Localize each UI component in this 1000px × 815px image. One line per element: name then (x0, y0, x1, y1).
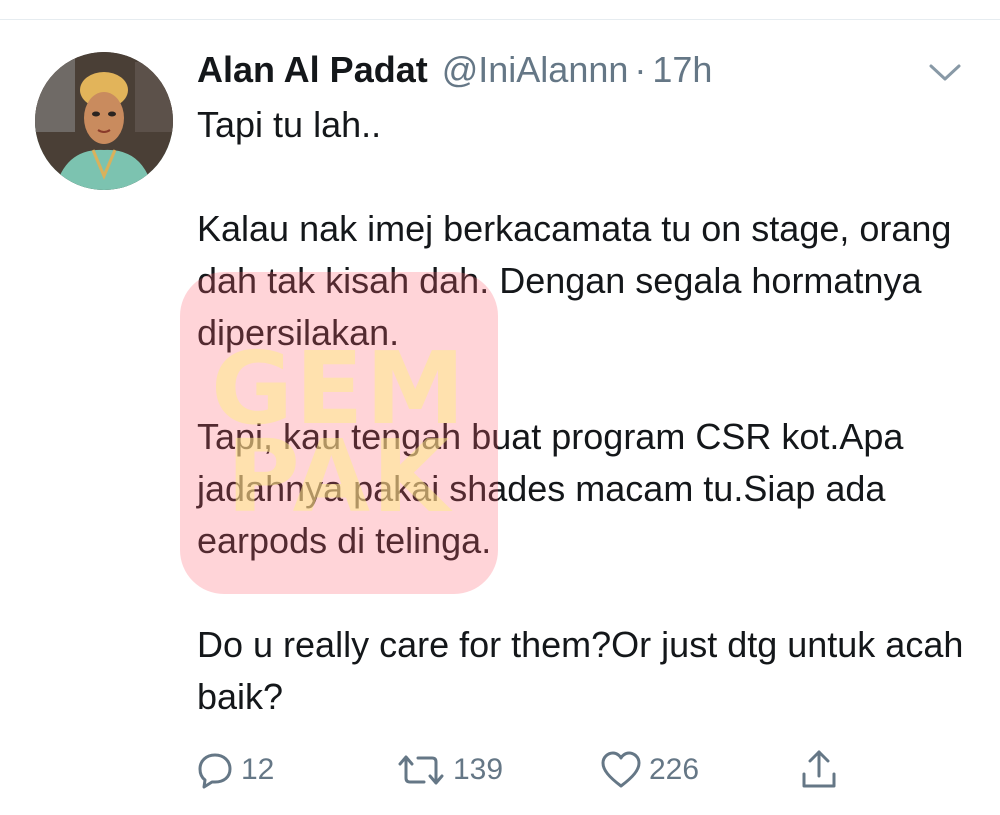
share-icon (802, 750, 836, 788)
chevron-down-icon[interactable] (928, 62, 962, 84)
tweet-header: Alan Al Padat @IniAlannn · 17h (197, 50, 712, 90)
share-button[interactable] (799, 745, 839, 795)
retweet-count: 139 (453, 753, 504, 786)
avatar[interactable] (35, 52, 173, 190)
like-count: 226 (649, 753, 700, 786)
reply-icon (198, 753, 232, 789)
display-name[interactable]: Alan Al Padat (197, 50, 428, 90)
reply-button[interactable]: 12 (195, 745, 274, 795)
tweet-paragraph: Tapi, kau tengah buat program CSR kot.Ap… (197, 416, 904, 561)
top-divider (0, 19, 1000, 20)
tweet-paragraph: Tapi tu lah.. (197, 104, 382, 145)
retweet-button[interactable]: 139 (395, 745, 503, 795)
tweet-actions: 12 139 226 (195, 745, 855, 795)
heart-icon (601, 751, 641, 788)
separator-dot: · (634, 49, 647, 90)
tweet-paragraph: Do u really care for them?Or just dtg un… (197, 624, 964, 717)
avatar-image (35, 52, 173, 190)
tweet-time[interactable]: 17h (652, 50, 712, 90)
reply-count: 12 (241, 753, 275, 786)
retweet-icon (398, 755, 444, 785)
tweet-text: Tapi tu lah.. Kalau nak imej berkacamata… (197, 99, 967, 723)
tweet-paragraph: Kalau nak imej berkacamata tu on stage, … (197, 208, 952, 353)
user-handle[interactable]: @IniAlannn (442, 50, 629, 90)
like-button[interactable]: 226 (599, 745, 699, 795)
